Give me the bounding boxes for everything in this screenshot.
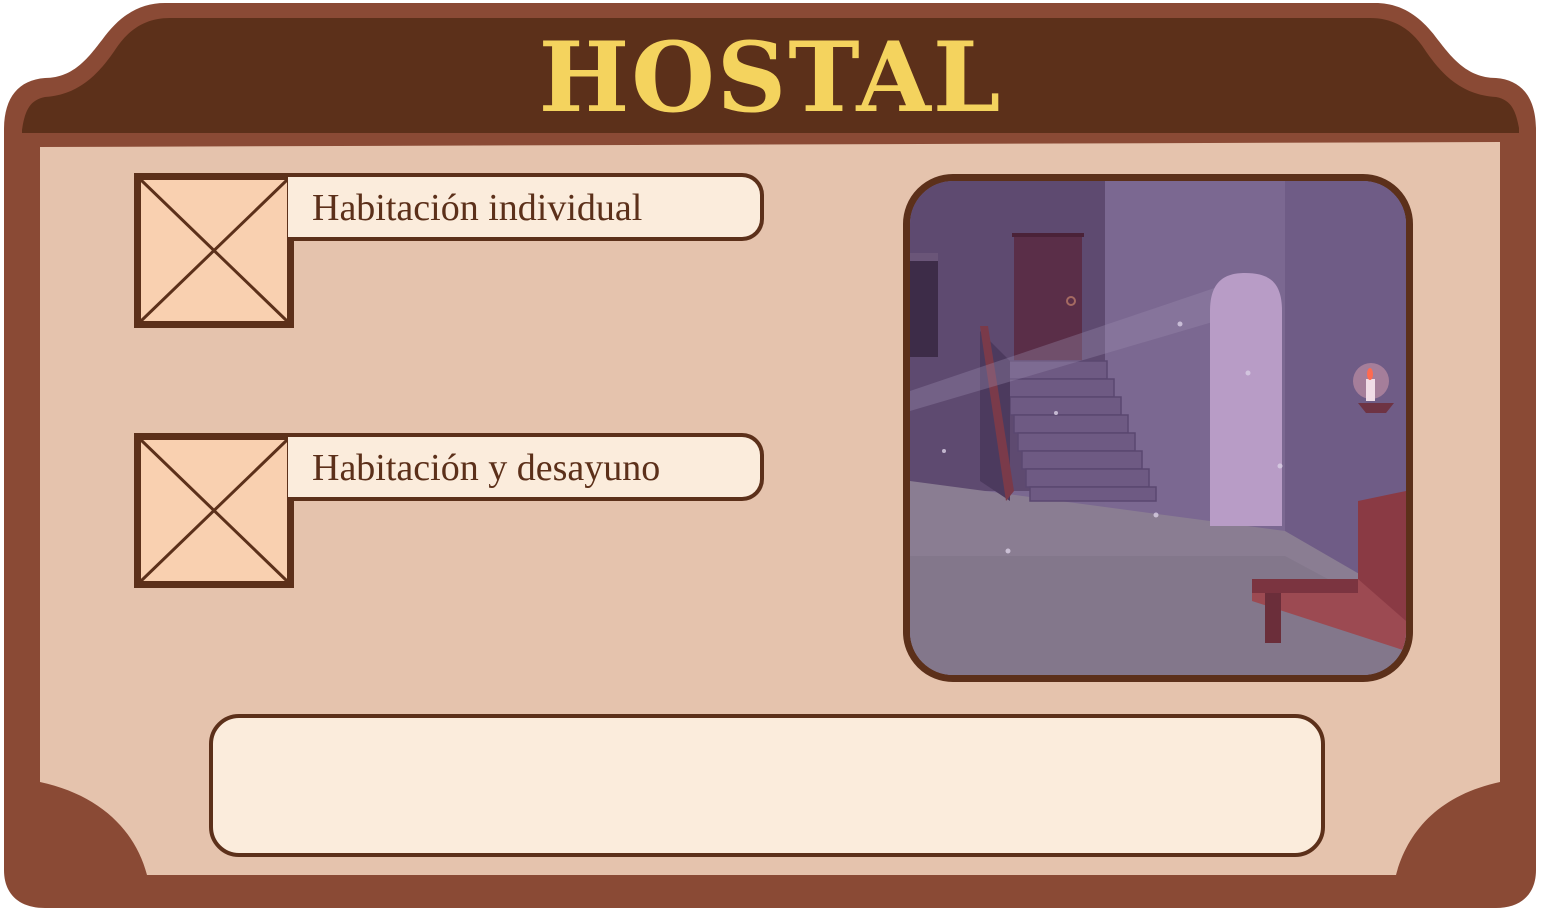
message-box bbox=[209, 714, 1325, 857]
option-room-breakfast[interactable]: Habitación y desayuno bbox=[134, 433, 774, 588]
hostel-scene-image bbox=[903, 174, 1413, 682]
hostal-title: HOSTAL bbox=[538, 21, 1003, 134]
option-room-breakfast-label[interactable]: Habitación y desayuno bbox=[288, 433, 764, 501]
hostal-window: HOSTAL Habitación individual Habitación … bbox=[0, 0, 1541, 911]
checkbox-cross-icon bbox=[134, 433, 294, 588]
hostel-lobby-illustration bbox=[910, 181, 1406, 675]
option-single-room[interactable]: Habitación individual bbox=[134, 173, 774, 328]
checkbox-cross-icon bbox=[134, 173, 294, 328]
checkbox-single-room[interactable] bbox=[134, 173, 294, 328]
checkbox-room-breakfast[interactable] bbox=[134, 433, 294, 588]
option-single-room-label[interactable]: Habitación individual bbox=[288, 173, 764, 241]
